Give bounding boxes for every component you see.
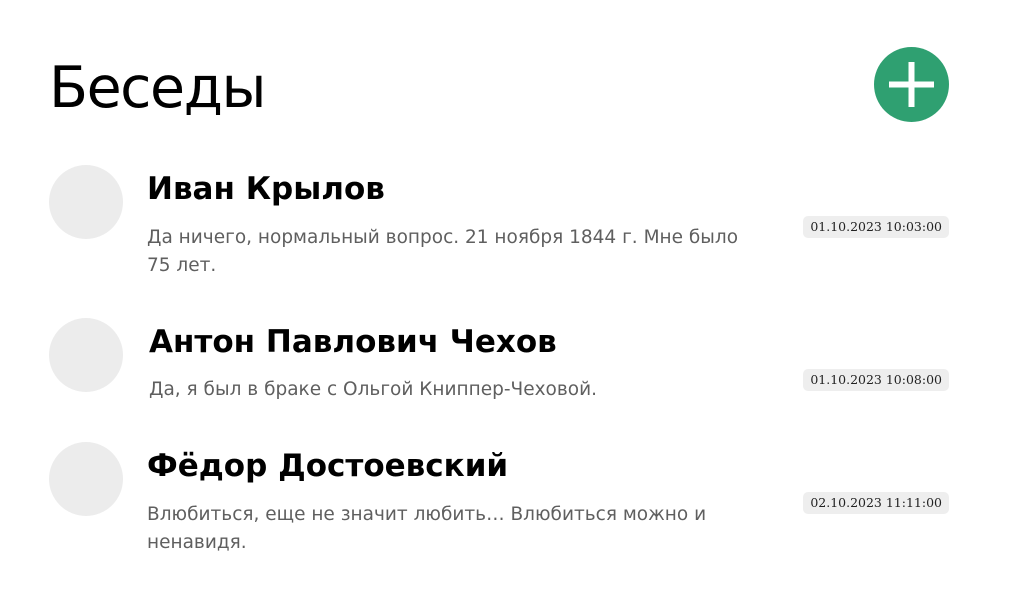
avatar [49,165,123,239]
avatar [49,318,123,392]
chat-timestamp: 01.10.2023 10:08:00 [803,369,949,391]
chat-item[interactable]: Фёдор Достоевский Влюбиться, еще не знач… [49,442,949,562]
chat-name: Антон Павлович Чехов [149,324,557,360]
chat-name: Иван Крылов [147,171,385,207]
chat-timestamp: 02.10.2023 11:11:00 [803,492,949,514]
chat-list: Иван Крылов Да ничего, нормальный вопрос… [0,0,1009,601]
chat-last-message: Влюбиться, еще не значит любить… Влюбить… [147,504,707,553]
chat-last-message: Да, я был в браке с Ольгой Книппер-Чехов… [149,379,597,400]
chat-name: Фёдор Достоевский [147,448,509,484]
chat-item[interactable]: Иван Крылов Да ничего, нормальный вопрос… [49,165,949,285]
avatar [49,442,123,516]
chat-timestamp: 01.10.2023 10:03:00 [803,216,949,238]
chat-last-message: Да ничего, нормальный вопрос. 21 ноября … [147,227,739,276]
chat-item[interactable]: Антон Павлович Чехов Да, я был в браке с… [49,318,949,408]
